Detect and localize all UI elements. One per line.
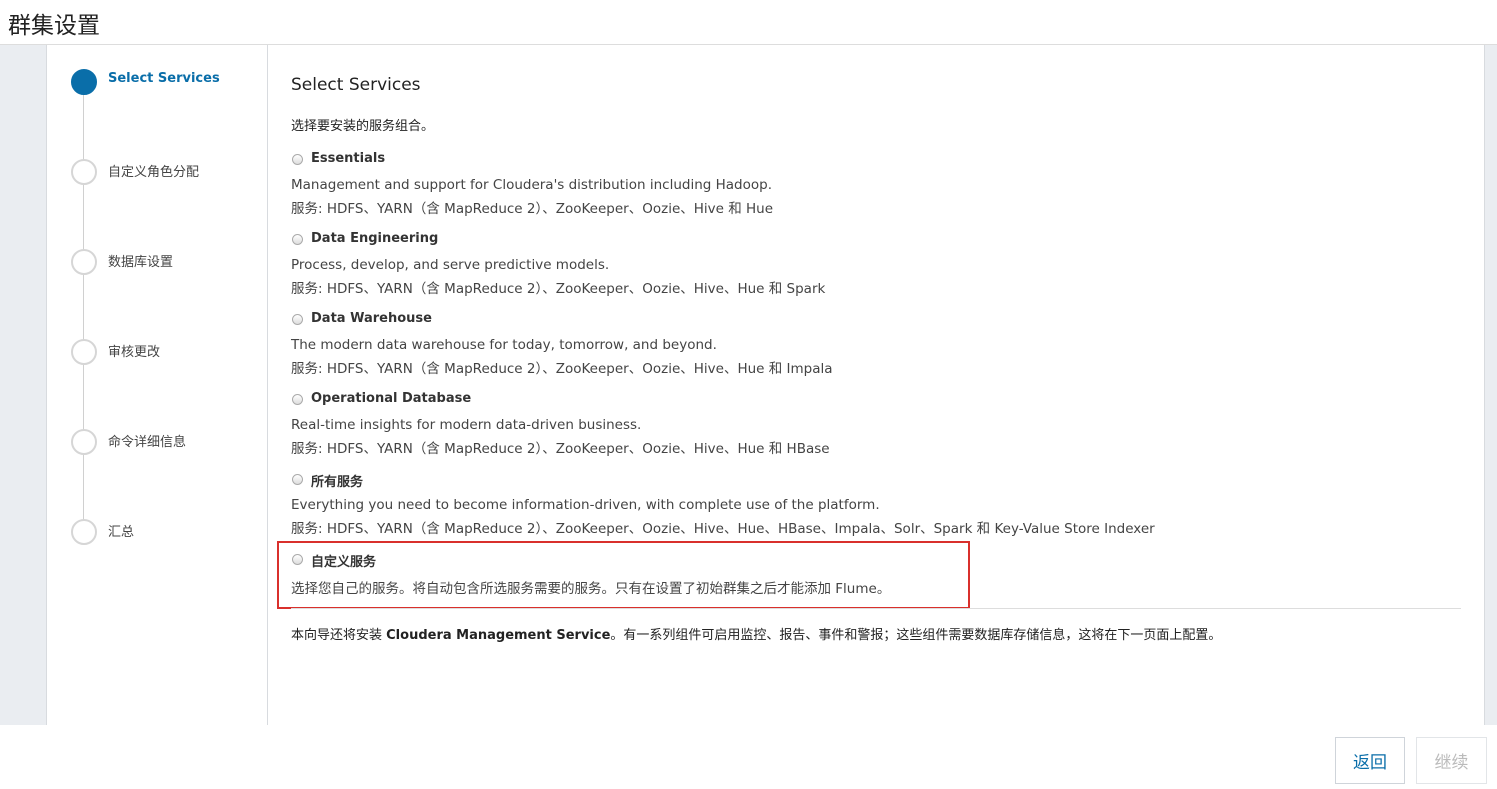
option-services: 服务: HDFS、YARN（含 MapReduce 2）、ZooKeeper、O…: [291, 201, 774, 217]
option-name: Essentials: [311, 151, 386, 166]
option-description: Process, develop, and serve predictive m…: [291, 257, 610, 273]
step-pending-indicator-icon: [71, 339, 97, 365]
step-custom-role-assignment[interactable]: 自定义角色分配: [71, 159, 261, 185]
option-name: 自定义服务: [311, 555, 377, 570]
step-label: 审核更改: [108, 345, 161, 360]
continue-button[interactable]: 继续: [1416, 737, 1487, 784]
option-description: The modern data warehouse for today, tom…: [291, 337, 717, 353]
select-services-content: Select Services 选择要安装的服务组合。 Essentials M…: [277, 45, 1461, 725]
option-name: Data Engineering: [311, 231, 439, 246]
page-title: 群集设置: [8, 13, 100, 39]
wizard-panel: Select Services 自定义角色分配 数据库设置 审核更改 命令详细信…: [46, 45, 1485, 725]
radio-button-icon[interactable]: [292, 234, 303, 245]
step-label: 命令详细信息: [108, 435, 187, 450]
radio-button-icon[interactable]: [292, 154, 303, 165]
step-label: 自定义角色分配: [108, 165, 200, 180]
option-custom-services[interactable]: 自定义服务 选择您自己的服务。将自动包含所选服务需要的服务。只有在设置了初始群集…: [291, 551, 1191, 597]
option-description: 选择您自己的服务。将自动包含所选服务需要的服务。只有在设置了初始群集之后才能添加…: [291, 581, 891, 597]
option-services: 服务: HDFS、YARN（含 MapReduce 2）、ZooKeeper、O…: [291, 281, 826, 297]
option-description: Real-time insights for modern data-drive…: [291, 417, 642, 433]
option-all-services[interactable]: 所有服务 Everything you need to become infor…: [291, 471, 1191, 537]
wizard-frame: Select Services 自定义角色分配 数据库设置 审核更改 命令详细信…: [0, 45, 1497, 725]
management-service-note: 本向导还将安装 Cloudera Management Service。有一系列…: [291, 624, 1221, 643]
option-operational-database[interactable]: Operational Database Real-time insights …: [291, 391, 1191, 457]
option-data-engineering[interactable]: Data Engineering Process, develop, and s…: [291, 231, 1191, 297]
note-suffix: 。有一系列组件可启用监控、报告、事件和警报；这些组件需要数据库存储信息，这将在下…: [610, 628, 1222, 643]
step-pending-indicator-icon: [71, 429, 97, 455]
option-description: Management and support for Cloudera's di…: [291, 177, 772, 193]
step-label: 汇总: [108, 525, 135, 540]
step-review-changes[interactable]: 审核更改: [71, 339, 261, 365]
option-services: 服务: HDFS、YARN（含 MapReduce 2）、ZooKeeper、O…: [291, 361, 833, 377]
option-essentials[interactable]: Essentials Management and support for Cl…: [291, 151, 1191, 217]
option-name: 所有服务: [311, 475, 364, 490]
option-services: 服务: HDFS、YARN（含 MapReduce 2）、ZooKeeper、O…: [291, 521, 1155, 537]
step-pending-indicator-icon: [71, 519, 97, 545]
step-label: 数据库设置: [108, 255, 174, 270]
radio-button-icon[interactable]: [292, 474, 303, 485]
section-heading: Select Services: [291, 75, 421, 95]
option-name: Data Warehouse: [311, 311, 432, 326]
radio-button-icon[interactable]: [292, 394, 303, 405]
radio-button-icon[interactable]: [292, 314, 303, 325]
option-services: 服务: HDFS、YARN（含 MapReduce 2）、ZooKeeper、O…: [291, 441, 830, 457]
step-summary[interactable]: 汇总: [71, 519, 261, 545]
option-name: Operational Database: [311, 391, 472, 406]
option-description: Everything you need to become informatio…: [291, 497, 880, 513]
note-product-name: Cloudera Management Service: [386, 628, 611, 643]
back-button[interactable]: 返回: [1335, 737, 1405, 784]
step-pending-indicator-icon: [71, 159, 97, 185]
steps-connector-line: [83, 81, 84, 531]
option-data-warehouse[interactable]: Data Warehouse The modern data warehouse…: [291, 311, 1191, 377]
wizard-steps-sidebar: Select Services 自定义角色分配 数据库设置 审核更改 命令详细信…: [47, 45, 268, 725]
step-pending-indicator-icon: [71, 249, 97, 275]
step-current-indicator-icon: [71, 69, 97, 95]
section-intro: 选择要安装的服务组合。: [291, 119, 435, 134]
step-select-services[interactable]: Select Services: [71, 69, 261, 95]
section-divider: [291, 608, 1461, 609]
note-prefix: 本向导还将安装: [291, 628, 387, 643]
radio-button-icon[interactable]: [292, 554, 303, 565]
step-command-details[interactable]: 命令详细信息: [71, 429, 261, 455]
step-label: Select Services: [108, 71, 220, 86]
step-database-setup[interactable]: 数据库设置: [71, 249, 261, 275]
